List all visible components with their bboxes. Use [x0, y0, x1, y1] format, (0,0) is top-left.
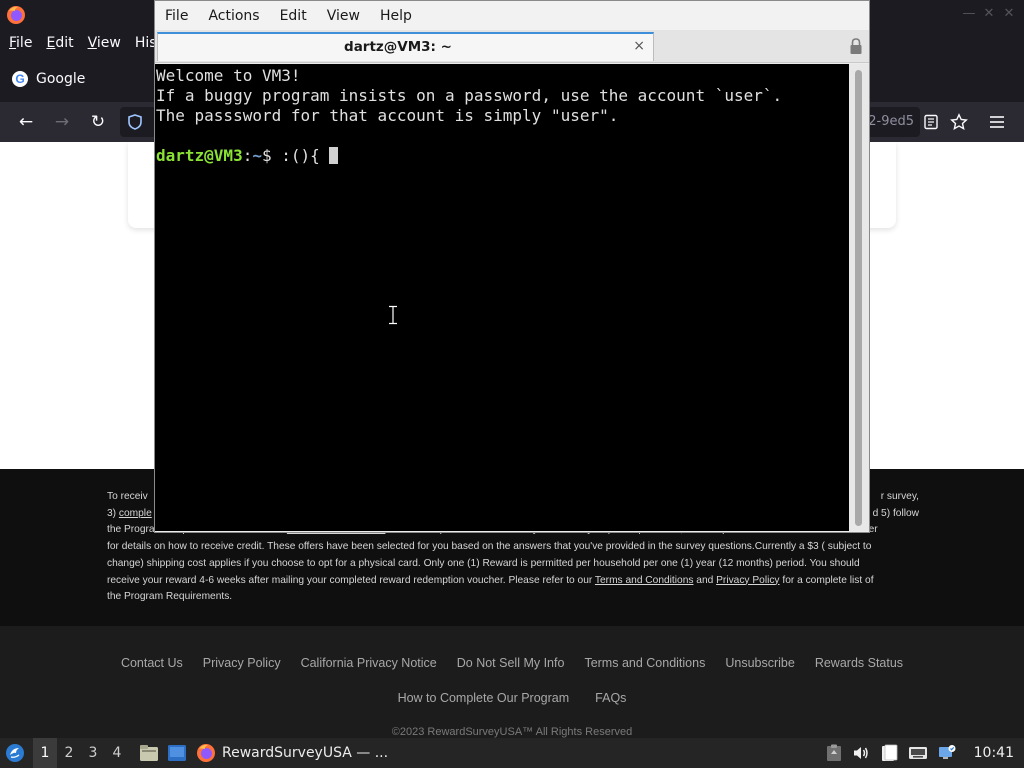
google-favicon-icon: G [12, 71, 28, 87]
workspace-3[interactable]: 3 [81, 745, 105, 761]
firefox-window-controls: — ✕ ✕ [962, 6, 1016, 21]
footer-link-rewards-status[interactable]: Rewards Status [815, 656, 903, 670]
bookmark-star-icon[interactable] [950, 113, 968, 131]
menu-edit[interactable]: Edit [46, 35, 73, 51]
complete-link[interactable]: comple [119, 508, 152, 519]
prompt-user-host: dartz@VM3 [156, 146, 243, 165]
prompt-separator: : [242, 146, 253, 165]
volume-icon[interactable] [852, 744, 870, 762]
copyright-text: ©2023 RewardSurveyUSA™ All Rights Reserv… [391, 726, 633, 738]
url-text[interactable]: 2-9ed5 [868, 114, 914, 129]
terminal-menubar: File Actions Edit View Help [155, 1, 869, 30]
network-icon[interactable] [938, 744, 956, 762]
privacy-policy-link[interactable]: Privacy Policy [716, 575, 779, 586]
footer-link-contact[interactable]: Contact Us [121, 656, 183, 670]
workspace-1[interactable]: 1 [33, 738, 57, 768]
taskbar: 1 2 3 4 RewardSurveyUSA — ... 10:41 [0, 738, 1024, 768]
text-cursor [329, 147, 339, 164]
taskbar-task-label: RewardSurveyUSA — ... [222, 745, 389, 761]
firefox-task-icon [197, 744, 215, 762]
browser-tab[interactable]: G Google [4, 62, 154, 96]
file-manager-icon[interactable] [139, 744, 159, 762]
forward-arrow-icon[interactable]: → [50, 110, 74, 134]
page-footer: Contact Us Privacy Policy California Pri… [0, 626, 1024, 738]
prompt-sigil: $ [261, 146, 282, 165]
ibeam-cursor-icon [389, 305, 397, 325]
footer-link-privacy[interactable]: Privacy Policy [203, 656, 281, 670]
minimize-icon[interactable]: — [962, 6, 976, 21]
lock-icon[interactable] [849, 37, 863, 55]
terminal-line: Welcome to VM3! [156, 66, 301, 85]
menu-view[interactable]: View [88, 35, 121, 51]
terminal-tab-title: dartz@VM3: ~ [344, 39, 452, 55]
scrollbar-thumb[interactable] [855, 70, 862, 526]
footer-link-california[interactable]: California Privacy Notice [301, 656, 437, 670]
terminal-output[interactable]: Welcome to VM3! If a buggy program insis… [155, 64, 849, 531]
footer-link-faqs[interactable]: FAQs [595, 691, 626, 705]
terminal-scrollbar[interactable] [849, 64, 869, 531]
footer-link-terms[interactable]: Terms and Conditions [584, 656, 705, 670]
notes-icon[interactable] [880, 744, 898, 762]
prompt-path: ~ [252, 146, 262, 165]
workspace-4[interactable]: 4 [105, 745, 129, 761]
terminal-prompt-line[interactable]: dartz@VM3:~$ :(){ [156, 146, 849, 166]
tab-close-icon[interactable]: × [633, 38, 645, 54]
clipboard-icon[interactable] [826, 744, 842, 762]
menu-file[interactable]: File [9, 35, 32, 51]
desktop-icon[interactable] [167, 744, 187, 762]
reload-icon[interactable]: ↻ [86, 110, 110, 134]
firefox-logo-icon [7, 6, 25, 24]
terminal-menu-edit[interactable]: Edit [280, 8, 307, 24]
terminal-tab[interactable]: dartz@VM3: ~ × [157, 32, 654, 61]
taskbar-firefox-task[interactable]: RewardSurveyUSA — ... [192, 738, 388, 768]
terminal-menu-actions[interactable]: Actions [208, 8, 259, 24]
terminal-menu-file[interactable]: File [165, 8, 188, 24]
start-menu-icon[interactable] [5, 743, 25, 763]
keyboard-icon[interactable] [908, 744, 928, 762]
terminal-window[interactable]: File Actions Edit View Help dartz@VM3: ~… [154, 0, 870, 533]
footer-link-unsubscribe[interactable]: Unsubscribe [725, 656, 794, 670]
close-icon[interactable]: ✕ [1002, 6, 1016, 21]
command-input[interactable]: :(){ [281, 146, 329, 165]
footer-link-how-to[interactable]: How to Complete Our Program [398, 691, 570, 705]
workspace-2[interactable]: 2 [57, 745, 81, 761]
terminal-menu-help[interactable]: Help [380, 8, 412, 24]
hamburger-menu-icon[interactable] [989, 115, 1005, 129]
footer-link-do-not-sell[interactable]: Do Not Sell My Info [457, 656, 565, 670]
browser-tab-title: Google [36, 71, 86, 87]
back-arrow-icon[interactable]: ← [14, 110, 38, 134]
reader-view-icon[interactable] [923, 114, 939, 130]
maximize-icon[interactable]: ✕ [982, 6, 996, 21]
terminal-tabbar: dartz@VM3: ~ × [155, 30, 869, 63]
terminal-line: The passsword for that account is simply… [156, 106, 619, 125]
terminal-menu-view[interactable]: View [327, 8, 360, 24]
footer-links: Contact Us Privacy Policy California Pri… [0, 656, 1024, 670]
shield-icon[interactable] [128, 114, 142, 130]
footer-links-secondary: How to Complete Our Program FAQs [0, 691, 1024, 705]
terminal-line: If a buggy program insists on a password… [156, 86, 783, 105]
clock[interactable]: 10:41 [974, 745, 1014, 761]
system-tray: 10:41 [826, 738, 1024, 768]
terms-link-2[interactable]: Terms and Conditions [595, 575, 694, 586]
